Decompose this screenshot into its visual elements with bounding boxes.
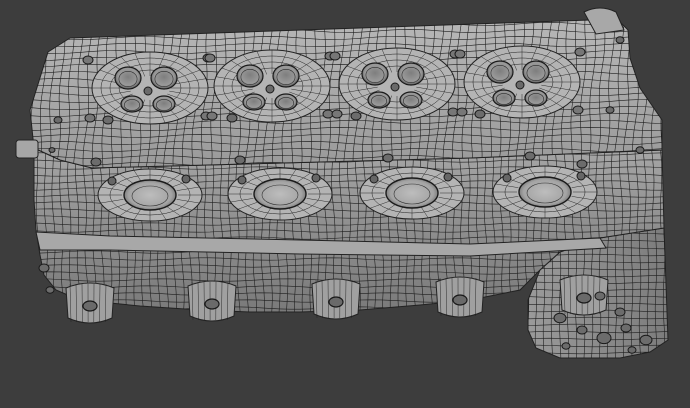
head-bolt-hole xyxy=(84,113,96,123)
detail-hole xyxy=(90,157,102,167)
detail-hole xyxy=(576,159,588,169)
detail-hole xyxy=(382,153,394,163)
stud-hole xyxy=(443,172,453,182)
boss-bolt-hole xyxy=(576,292,592,304)
head-bolt-hole xyxy=(204,53,216,63)
detail-hole xyxy=(615,36,625,44)
left-shaft-stub xyxy=(15,139,39,159)
stud-hole xyxy=(369,174,379,184)
3d-viewport[interactable] xyxy=(0,0,690,408)
head-bolt-hole xyxy=(206,111,218,121)
detail-hole xyxy=(614,307,626,317)
detail-hole xyxy=(38,263,50,273)
detail-hole xyxy=(605,106,615,114)
exhaust-port-4 xyxy=(492,165,598,219)
exhaust-port-3 xyxy=(359,166,465,220)
detail-hole xyxy=(594,291,606,301)
detail-hole xyxy=(553,312,567,324)
detail-hole xyxy=(350,111,362,121)
cylinder-head-model[interactable] xyxy=(0,0,690,408)
spark-plug-hole xyxy=(515,80,525,90)
detail-hole xyxy=(45,286,55,294)
detail-hole xyxy=(561,342,571,350)
boss-bolt-hole xyxy=(328,296,344,308)
detail-hole xyxy=(627,346,637,354)
bolt-boss-3 xyxy=(311,278,361,320)
stud-hole xyxy=(502,173,512,183)
stud-hole xyxy=(107,176,117,186)
detail-hole xyxy=(474,109,486,119)
boss-bolt-hole xyxy=(82,300,98,312)
detail-hole xyxy=(596,331,612,345)
detail-hole xyxy=(639,334,653,346)
head-bolt-hole xyxy=(331,109,343,119)
head-bolt-hole xyxy=(82,55,94,65)
boss-bolt-hole xyxy=(204,298,220,310)
exhaust-port-1 xyxy=(97,168,203,222)
stud-hole xyxy=(181,174,191,184)
stud-hole xyxy=(237,175,247,185)
detail-hole xyxy=(635,146,645,154)
detail-hole xyxy=(234,155,246,165)
detail-hole xyxy=(48,147,56,153)
stud-hole xyxy=(576,171,586,181)
head-bolt-hole xyxy=(329,51,341,61)
bolt-boss-1 xyxy=(65,282,115,324)
spark-plug-hole xyxy=(143,86,153,96)
boss-bolt-hole xyxy=(452,294,468,306)
head-bolt-hole xyxy=(456,107,468,117)
head-bolt-hole xyxy=(454,49,466,59)
detail-hole xyxy=(620,323,632,333)
detail-hole xyxy=(226,113,238,123)
bolt-boss-2 xyxy=(187,280,237,322)
detail-hole xyxy=(102,115,114,125)
stud-hole xyxy=(311,173,321,183)
bolt-boss-4 xyxy=(435,276,485,318)
spark-plug-hole xyxy=(265,84,275,94)
spark-plug-hole xyxy=(390,82,400,92)
head-bolt-hole xyxy=(574,47,586,57)
detail-hole xyxy=(524,151,536,161)
detail-hole xyxy=(53,116,63,124)
exhaust-port-2 xyxy=(227,167,333,221)
head-bolt-hole xyxy=(572,105,584,115)
detail-hole xyxy=(576,325,588,335)
